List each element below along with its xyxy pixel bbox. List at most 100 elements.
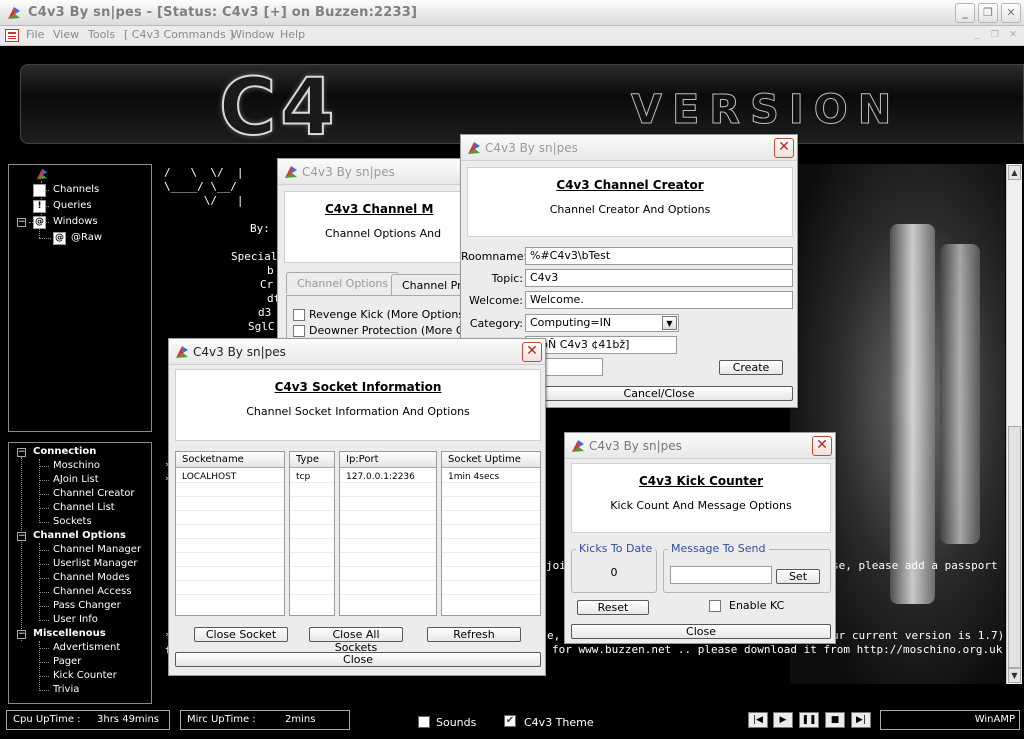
nav-pager[interactable]: Pager [53, 656, 81, 667]
enable-kc-checkbox[interactable] [709, 600, 721, 612]
cancel-close-button[interactable]: Cancel/Close [525, 386, 793, 401]
menu-tools[interactable]: Tools [88, 28, 115, 41]
nav-sockets[interactable]: Sockets [53, 516, 92, 527]
refresh-button[interactable]: Refresh [427, 627, 521, 642]
socket-info-dialog: C4v3 By sn|pes ✕ C4v3 Socket Information… [168, 338, 546, 676]
close-window-button[interactable]: ✕ [1001, 3, 1021, 23]
sounds-checkbox[interactable] [418, 716, 430, 728]
kick-close-button[interactable]: Close [571, 624, 831, 639]
mdi-minimize-icon[interactable]: _ [970, 29, 984, 42]
tree-windows[interactable]: Windows [53, 216, 98, 227]
collapse-connection-icon[interactable]: − [17, 448, 26, 457]
nav-channel-manager[interactable]: Channel Manager [53, 544, 141, 555]
nav-connection-header[interactable]: Connection [33, 446, 96, 457]
prev-track-icon[interactable]: |◀ [748, 712, 768, 728]
stop-icon[interactable]: ■ [825, 712, 845, 728]
nav-advertisment[interactable]: Advertisment [53, 642, 120, 653]
nav-channel-modes[interactable]: Channel Modes [53, 572, 130, 583]
kick-message-input[interactable] [670, 566, 772, 584]
socket-info-close-icon[interactable]: ✕ [522, 342, 542, 362]
collapse-windows-icon[interactable]: − [17, 218, 26, 227]
kicks-to-date-value: 0 [610, 566, 618, 579]
menu-c4v3-commands[interactable]: [ C4v3 Commands ] [124, 28, 234, 41]
nav-channel-access[interactable]: Channel Access [53, 586, 131, 597]
socket-info-titlebar[interactable]: C4v3 By sn|pes ✕ [169, 339, 545, 365]
reset-button[interactable]: Reset [577, 600, 649, 615]
next-track-icon[interactable]: ▶| [851, 712, 871, 728]
channel-creator-close-icon[interactable]: ✕ [774, 138, 794, 158]
vertical-scrollbar[interactable]: ▲ ▼ [1006, 164, 1022, 684]
mdi-restore-icon[interactable]: ❐ [988, 29, 1002, 42]
tree-queries[interactable]: Queries [53, 200, 92, 211]
deowner-protection-checkbox[interactable] [293, 325, 305, 337]
tab-channel-options[interactable]: Channel Options [286, 272, 400, 294]
set-button[interactable]: Set [776, 569, 820, 584]
mdi-close-icon[interactable]: ✕ [1006, 29, 1020, 42]
ipport-column[interactable]: Ip:Port 127.0.0.1:2236 [339, 451, 437, 616]
table-row[interactable]: 127.0.0.1:2236 [340, 469, 436, 483]
nav-ajoin-list[interactable]: AJoin List [53, 474, 99, 485]
close-all-sockets-button[interactable]: Close All Sockets [309, 627, 403, 654]
mdi-doc-icon[interactable] [5, 29, 19, 42]
uptime-header[interactable]: Socket Uptime [442, 452, 540, 468]
menu-view[interactable]: View [53, 28, 79, 41]
version-banner: C4 VERSION [20, 64, 1024, 144]
scroll-thumb[interactable] [1008, 426, 1021, 668]
ipport-header[interactable]: Ip:Port [340, 452, 436, 468]
nav-moschino[interactable]: Moschino [53, 460, 100, 471]
nav-channel-options-header[interactable]: Channel Options [33, 530, 126, 541]
nav-user-info[interactable]: User Info [53, 614, 98, 625]
socketname-header[interactable]: Socketname [176, 452, 284, 468]
type-column[interactable]: Type tcp [289, 451, 335, 616]
welcome-input[interactable]: Welcome. [525, 291, 793, 309]
type-header[interactable]: Type [290, 452, 334, 468]
create-button[interactable]: Create [719, 360, 783, 375]
kick-counter-titlebar[interactable]: C4v3 By sn|pes ✕ [565, 433, 835, 459]
play-icon[interactable]: ▶ [773, 712, 793, 728]
channel-manager-titlebar[interactable]: C4v3 By sn|pes [278, 159, 476, 185]
dialog-title: C4v3 By sn|pes [302, 165, 395, 179]
cpu-uptime-value: 3hrs 49mins [97, 714, 159, 725]
nav-channel-creator[interactable]: Channel Creator [53, 488, 135, 499]
menu-window[interactable]: Window [231, 28, 274, 41]
mirc-uptime-box: Mirc UpTime : 2mins [180, 710, 350, 730]
theme-checkbox[interactable]: ✔ [504, 715, 516, 727]
menu-help[interactable]: Help [280, 28, 305, 41]
nav-pass-changer[interactable]: Pass Changer [53, 600, 121, 611]
root-node-icon[interactable] [35, 167, 49, 181]
menu-file[interactable]: File [26, 28, 44, 41]
collapse-misc-icon[interactable]: − [17, 630, 26, 639]
kick-counter-close-icon[interactable]: ✕ [812, 436, 832, 456]
restore-button[interactable]: ❐ [978, 3, 998, 23]
table-row[interactable]: 1min 4secs [442, 469, 540, 483]
revenge-kick-checkbox[interactable] [293, 309, 305, 321]
nav-misc-header[interactable]: Miscellenous [33, 628, 106, 639]
table-row[interactable]: tcp [290, 469, 334, 483]
scroll-down-icon[interactable]: ▼ [1008, 668, 1021, 683]
tree-channels[interactable]: Channels [53, 184, 99, 195]
close-socket-button[interactable]: Close Socket [194, 627, 288, 642]
nav-kick-counter[interactable]: Kick Counter [53, 670, 117, 681]
channel-manager-header: C4v3 Channel M Channel Options And [284, 191, 478, 263]
scroll-up-icon[interactable]: ▲ [1008, 165, 1021, 180]
pause-icon[interactable]: ❚❚ [799, 712, 819, 728]
tree-raw[interactable]: @Raw [71, 232, 102, 243]
category-select[interactable]: Computing=IN ▼ [525, 314, 679, 332]
kick-counter-dialog: C4v3 By sn|pes ✕ C4v3 Kick Counter Kick … [564, 432, 836, 644]
extra-input[interactable]: @bÑ C4v3 ¢41bž] [525, 336, 677, 354]
mirc-uptime-label: Mirc UpTime : [187, 714, 256, 725]
topic-input[interactable]: C4v3 [525, 269, 793, 287]
channels-icon [33, 184, 46, 197]
nav-channel-list[interactable]: Channel List [53, 502, 115, 513]
socketname-column[interactable]: Socketname LOCALHOST [175, 451, 285, 616]
socket-close-button[interactable]: Close [175, 652, 541, 667]
uptime-column[interactable]: Socket Uptime 1min 4secs [441, 451, 541, 616]
roomname-input[interactable]: %#C4v3\bTest [525, 247, 793, 265]
chevron-down-icon[interactable]: ▼ [662, 316, 677, 330]
nav-trivia[interactable]: Trivia [53, 684, 79, 695]
table-row[interactable]: LOCALHOST [176, 469, 284, 483]
minimize-button[interactable]: _ [955, 3, 975, 23]
channel-creator-titlebar[interactable]: C4v3 By sn|pes ✕ [461, 135, 797, 161]
collapse-channel-options-icon[interactable]: − [17, 532, 26, 541]
nav-userlist-manager[interactable]: Userlist Manager [53, 558, 138, 569]
